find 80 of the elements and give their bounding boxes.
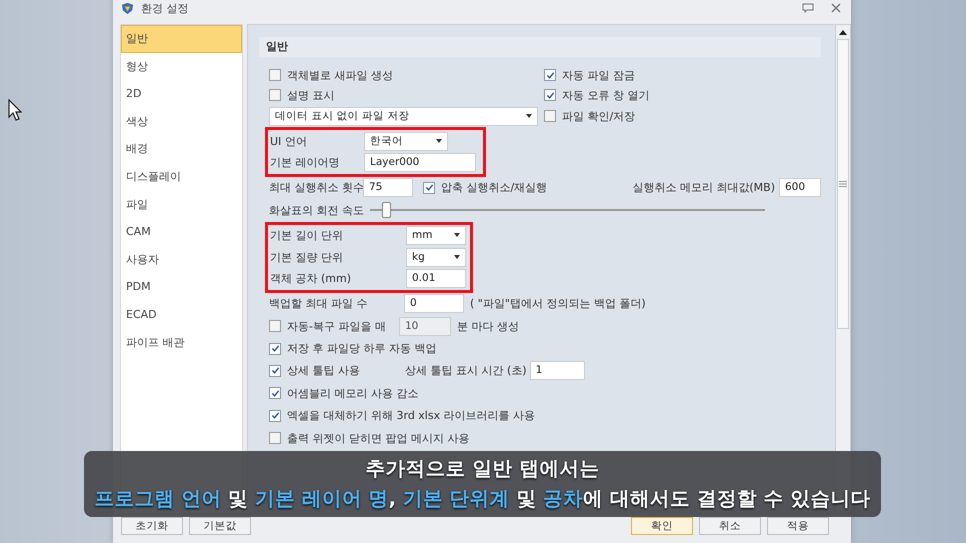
mouse-pointer-icon	[8, 99, 22, 121]
sidebar-item[interactable]: PDM	[121, 273, 242, 301]
save-mode-dropdown[interactable]: 데이터 표시 없이 파일 저장	[269, 106, 538, 126]
checkbox[interactable]	[423, 182, 435, 194]
sidebar-item[interactable]: 2D	[121, 80, 242, 108]
section-header: 일반	[259, 37, 821, 57]
shield-icon	[121, 2, 134, 14]
field-label: 백업할 최대 파일 수	[269, 296, 368, 312]
checkbox-label: 저장 후 파일당 하루 자동 백업	[287, 341, 436, 356]
checkbox[interactable]	[269, 364, 281, 377]
checkbox[interactable]	[544, 69, 556, 81]
footer-button[interactable]: 확인	[631, 517, 693, 535]
field-label: 객체 공차 (mm)	[270, 271, 352, 286]
checkbox[interactable]	[269, 89, 281, 101]
sidebar-item[interactable]: ECAD	[121, 300, 242, 329]
footer-button[interactable]: 초기화	[121, 517, 183, 535]
checkbox-label: 객체별로 새파일 생성	[287, 68, 393, 82]
footer-button[interactable]: 적용	[767, 517, 829, 535]
slider-label: 화살표의 회전 속도	[269, 202, 364, 218]
field-label: 실행취소 메모리 최대값(MB)	[632, 180, 775, 196]
field-label: 기본 레이어명	[270, 155, 340, 170]
subtitle-line: 프로그램 언어 및 기본 레이어 명, 기본 단위계 및 공차에 대해서도 결정할 수 있습니다	[94, 486, 870, 512]
checkbox[interactable]	[269, 432, 281, 444]
field-label: 분 마다 생성	[457, 318, 519, 334]
checkbox[interactable]	[269, 410, 281, 422]
checkbox-label: 파일 확인/저장	[562, 108, 636, 124]
checkbox-label: 자동 파일 잠금	[562, 68, 635, 82]
sidebar-item[interactable]: 배경	[121, 135, 242, 163]
input-field[interactable]: 10	[399, 316, 451, 336]
checkbox[interactable]	[269, 387, 281, 400]
checkbox-label: 자동 오류 창 열기	[562, 88, 650, 102]
caret-icon	[526, 114, 532, 118]
dropdown[interactable]: 한국어	[364, 132, 448, 151]
sidebar-item[interactable]: 파일	[121, 190, 242, 218]
sidebar-item[interactable]: 형상	[121, 52, 242, 80]
input-field[interactable]: 0.01	[406, 269, 466, 288]
caret-icon	[454, 255, 460, 260]
checkbox[interactable]	[269, 320, 281, 332]
close-icon[interactable]	[831, 3, 841, 13]
footer-button[interactable]: 기본값	[189, 517, 251, 535]
sidebar-item[interactable]: 일반	[121, 25, 242, 53]
sidebar-item[interactable]: CAM	[121, 218, 242, 246]
note-text: ( "파일"탭에서 정의되는 백업 폴더)	[470, 296, 646, 312]
checkbox-label: 어셈블리 메모리 사용 감소	[287, 386, 418, 401]
input-field[interactable]: 0	[404, 294, 464, 314]
checkbox[interactable]	[269, 69, 281, 81]
dropdown[interactable]: mm	[406, 226, 466, 245]
scroll-thumb[interactable]	[837, 39, 849, 329]
dropdown[interactable]: kg	[406, 248, 466, 267]
subtitle-line: 추가적으로 일반 탭에서는	[366, 456, 600, 482]
input-field[interactable]: 600	[779, 178, 821, 198]
caret-icon	[454, 233, 460, 238]
input-field[interactable]: Layer000	[364, 153, 476, 172]
window-title: 환경 설정	[141, 0, 188, 16]
field-label: 상세 툴팁 표시 시간 (초)	[405, 363, 527, 378]
speech-bubble-icon[interactable]	[802, 3, 814, 13]
slider-thumb[interactable]	[382, 202, 391, 218]
sidebar-item[interactable]: 색상	[121, 108, 242, 136]
grip-icon	[839, 181, 847, 187]
checkbox-label: 자동-복구 파일을 매	[287, 318, 387, 334]
scroll-up-icon[interactable]	[839, 30, 847, 35]
checkbox-label: 출력 위젯이 닫히면 팝업 메시지 사용	[287, 430, 470, 446]
checkbox[interactable]	[269, 342, 281, 355]
field-label: 기본 길이 단위	[270, 228, 344, 243]
sidebar-item[interactable]: 파이프 배관	[121, 328, 242, 356]
checkbox-label: 엑셀을 대체하기 위해 3rd xlsx 라이브러리를 사용	[287, 408, 536, 424]
field-label: 기본 질량 단위	[270, 250, 344, 265]
input-field[interactable]: 1	[530, 361, 585, 380]
checkbox-label: 상세 툴팁 사용	[287, 363, 361, 378]
input-field[interactable]: 75	[363, 178, 413, 198]
field-label: 최대 실행취소 횟수	[269, 180, 363, 196]
sidebar-item[interactable]: 사용자	[121, 246, 242, 274]
field-label: UI 언어	[270, 134, 308, 149]
sidebar-item[interactable]: 디스플레이	[121, 162, 242, 191]
caret-icon	[436, 139, 442, 144]
checkbox[interactable]	[544, 110, 556, 122]
checkbox-label: 설명 표시	[287, 88, 334, 102]
checkbox[interactable]	[544, 89, 556, 101]
footer-button[interactable]: 취소	[699, 517, 761, 535]
checkbox-label: 압축 실행취소/재실행	[441, 180, 548, 196]
